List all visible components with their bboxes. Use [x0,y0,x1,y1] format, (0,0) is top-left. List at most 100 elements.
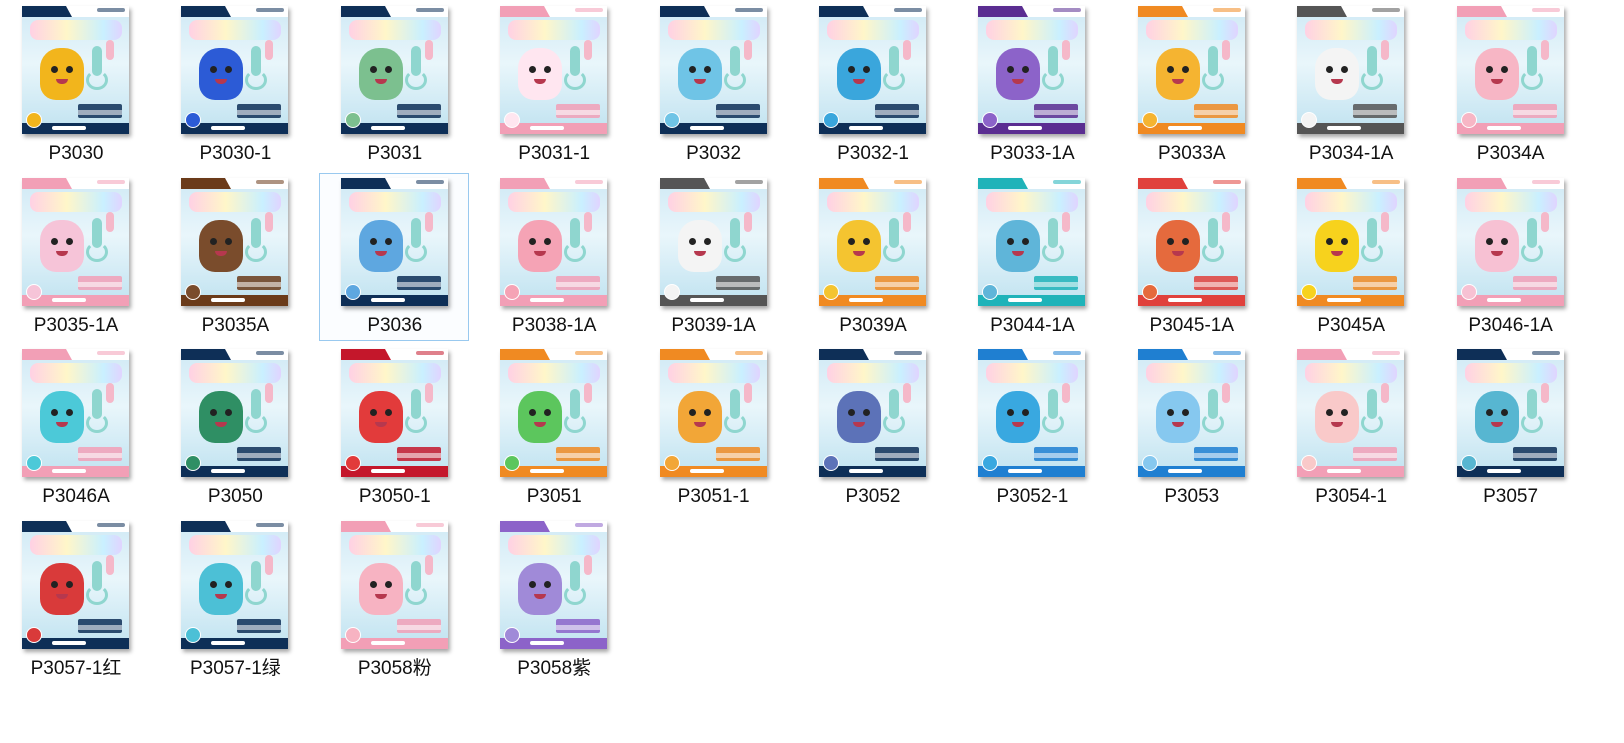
file-item[interactable]: P3038-1A [478,173,628,341]
file-item[interactable]: P3045A [1275,173,1425,341]
file-name[interactable]: P3051-1 [639,486,789,508]
file-item[interactable]: P3030-1 [159,1,309,169]
file-name[interactable]: P3035A [160,315,310,337]
file-name[interactable]: P3054-1 [1276,486,1426,508]
file-name[interactable]: P3038-1A [479,315,629,337]
file-item[interactable]: P3046A [0,344,150,512]
file-thumbnail[interactable] [22,520,129,649]
file-item[interactable]: P3051-1 [638,344,788,512]
file-thumbnail[interactable] [340,349,448,477]
file-thumbnail[interactable] [659,177,767,306]
file-name[interactable]: P3050-1 [320,486,470,508]
file-item[interactable]: P3057-1绿 [159,516,309,684]
file-item[interactable]: P3054-1 [1275,344,1425,512]
file-name[interactable]: P3058粉 [320,658,470,680]
file-thumbnail[interactable] [1137,177,1245,306]
file-name[interactable]: P3052 [798,486,948,508]
file-item[interactable]: P3035-1A [0,173,150,341]
file-name[interactable]: P3031-1 [479,143,629,165]
file-name[interactable]: P3030-1 [160,143,310,165]
file-name[interactable]: P3039A [798,315,948,337]
file-item[interactable]: P3030 [0,1,150,169]
file-thumbnail[interactable] [1456,6,1564,134]
file-thumbnail[interactable] [340,177,448,306]
file-thumbnail[interactable] [1456,349,1564,477]
file-name[interactable]: P3032-1 [798,143,948,165]
file-thumbnail[interactable] [500,177,608,306]
file-name[interactable]: P3033-1A [957,143,1107,165]
file-item[interactable]: P3045-1A [1116,173,1266,341]
file-item[interactable]: P3033A [1116,1,1266,169]
file-name[interactable]: P3050 [160,486,310,508]
file-thumbnail[interactable] [978,177,1086,306]
file-thumbnail[interactable] [340,520,448,649]
file-thumbnail[interactable] [500,349,608,477]
file-name[interactable]: P3030 [1,143,151,165]
file-item[interactable]: P3031-1 [478,1,628,169]
file-thumbnail[interactable] [1297,349,1405,477]
file-name[interactable]: P3057-1绿 [160,658,310,680]
file-thumbnail[interactable] [1297,177,1405,306]
file-item[interactable]: P3058紫 [478,516,628,684]
file-thumbnail[interactable] [22,6,129,134]
file-name[interactable]: P3046A [1,486,151,508]
file-name[interactable]: P3051 [479,486,629,508]
file-item[interactable]: P3053 [1116,344,1266,512]
file-name[interactable]: P3052-1 [957,486,1107,508]
file-thumbnail[interactable] [978,6,1086,134]
file-item[interactable]: P3032 [638,1,788,169]
file-thumbnail[interactable] [181,6,289,134]
file-name[interactable]: P3035-1A [1,315,151,337]
file-item[interactable]: P3057-1红 [0,516,150,684]
file-item[interactable]: P3032-1 [797,1,947,169]
file-name[interactable]: P3033A [1117,143,1267,165]
file-thumbnail[interactable] [1137,6,1245,134]
file-thumbnail[interactable] [181,177,289,306]
file-name[interactable]: P3034A [1436,143,1586,165]
file-item[interactable]: P3050-1 [319,344,469,512]
file-name[interactable]: P3045A [1276,315,1426,337]
file-thumbnail[interactable] [22,349,129,477]
file-item[interactable]: P3031 [319,1,469,169]
file-item[interactable]: P3039-1A [638,173,788,341]
file-thumbnail[interactable] [819,6,926,134]
file-name[interactable]: P3036 [320,315,470,337]
file-name[interactable]: P3034-1A [1276,143,1426,165]
file-thumbnail[interactable] [1456,177,1564,306]
file-name[interactable]: P3057-1红 [1,658,151,680]
file-item[interactable]: P3035A [159,173,309,341]
file-item[interactable]: P3051 [478,344,628,512]
file-name[interactable]: P3039-1A [639,315,789,337]
file-item[interactable]: P3052 [797,344,947,512]
file-name[interactable]: P3058紫 [479,658,629,680]
file-thumbnail[interactable] [181,349,289,477]
file-name[interactable]: P3057 [1436,486,1586,508]
file-thumbnail[interactable] [819,349,926,477]
file-thumbnail[interactable] [1137,349,1245,477]
file-thumbnail[interactable] [500,520,608,649]
file-item[interactable]: P3034-1A [1275,1,1425,169]
file-item[interactable]: P3046-1A [1435,173,1585,341]
file-name[interactable]: P3046-1A [1436,315,1586,337]
file-item[interactable]: P3050 [159,344,309,512]
file-thumbnail[interactable] [659,6,767,134]
file-thumbnail[interactable] [340,6,448,134]
file-thumbnail[interactable] [978,349,1086,477]
file-thumbnail[interactable] [659,349,767,477]
file-thumbnail[interactable] [181,520,289,649]
file-item[interactable]: P3033-1A [956,1,1106,169]
file-item[interactable]: P3057 [1435,344,1585,512]
file-item[interactable]: P3052-1 [956,344,1106,512]
file-thumbnail[interactable] [819,177,926,306]
file-name[interactable]: P3053 [1117,486,1267,508]
file-name[interactable]: P3031 [320,143,470,165]
file-thumbnail[interactable] [22,177,129,306]
file-name[interactable]: P3032 [639,143,789,165]
file-thumbnail[interactable] [500,6,608,134]
file-name[interactable]: P3044-1A [957,315,1107,337]
file-item[interactable]: P3034A [1435,1,1585,169]
file-item[interactable]: P3039A [797,173,947,341]
file-thumbnail[interactable] [1297,6,1405,134]
file-name[interactable]: P3045-1A [1117,315,1267,337]
file-item[interactable]: P3036 [318,172,470,341]
